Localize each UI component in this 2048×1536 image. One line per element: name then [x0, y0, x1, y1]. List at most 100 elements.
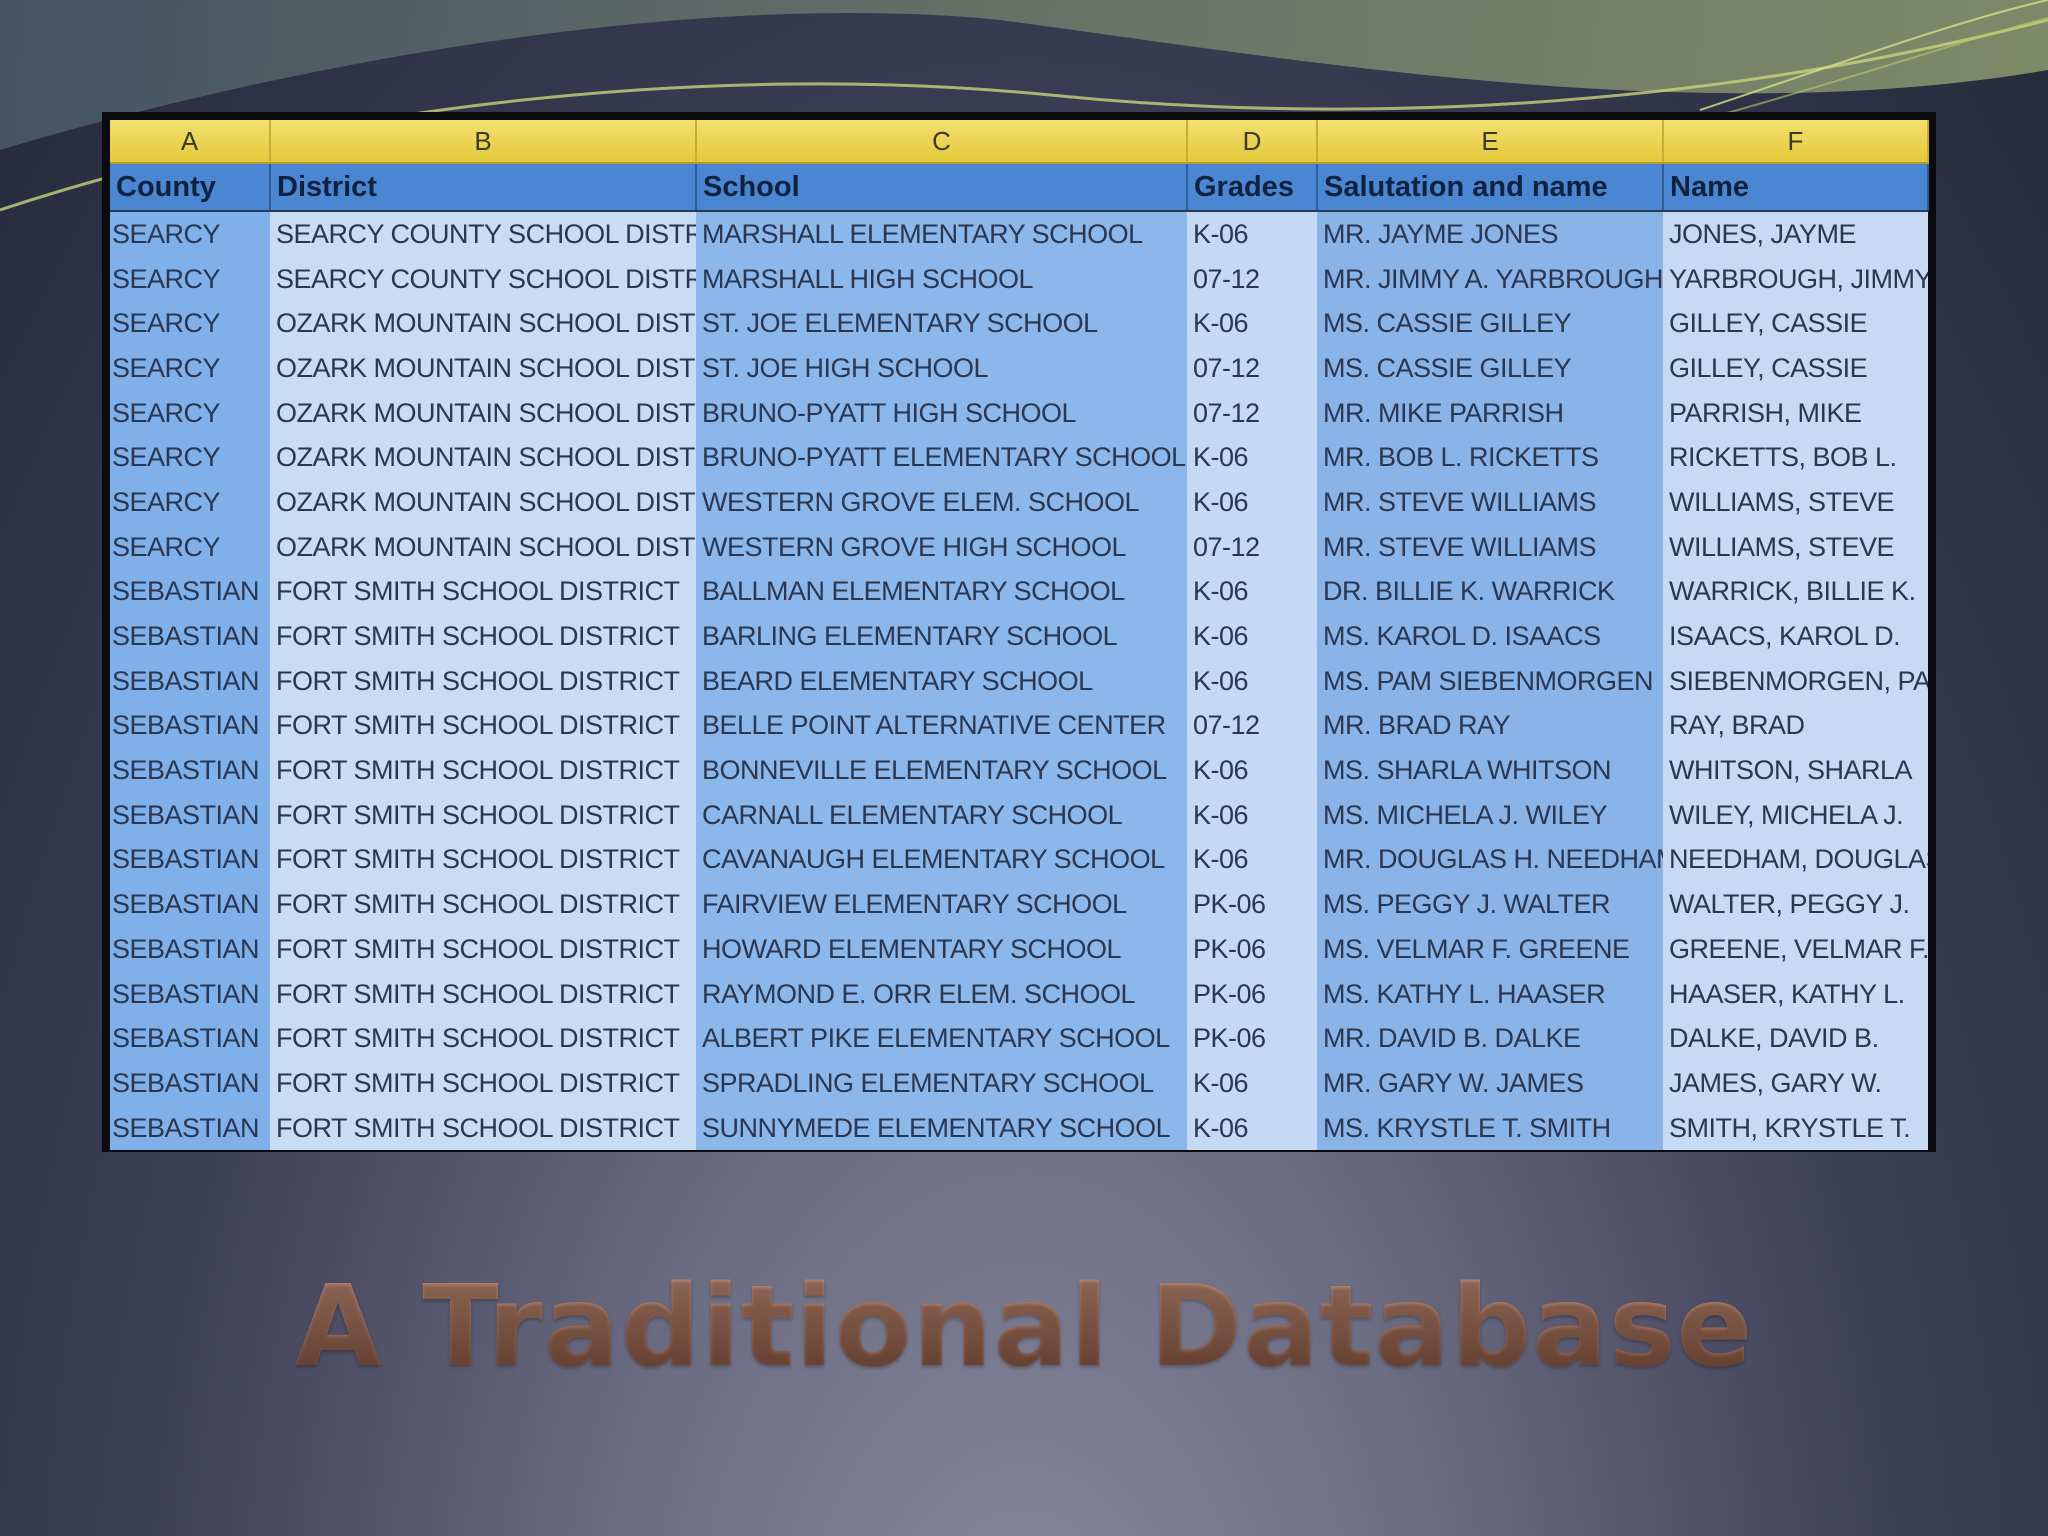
table-cell[interactable]: OZARK MOUNTAIN SCHOOL DISTRI: [270, 435, 696, 481]
table-cell[interactable]: BELLE POINT ALTERNATIVE CENTER: [696, 703, 1187, 749]
table-cell[interactable]: DR. BILLIE K. WARRICK: [1317, 569, 1663, 615]
table-cell[interactable]: WARRICK, BILLIE K.: [1663, 569, 1928, 615]
column-letter-a[interactable]: A: [110, 120, 271, 164]
table-cell[interactable]: MR. DAVID B. DALKE: [1317, 1016, 1663, 1062]
table-cell[interactable]: BONNEVILLE ELEMENTARY SCHOOL: [696, 748, 1187, 793]
table-cell[interactable]: OZARK MOUNTAIN SCHOOL DISTRI: [270, 390, 696, 436]
table-cell[interactable]: SEBASTIAN: [110, 927, 270, 972]
table-cell[interactable]: BEARD ELEMENTARY SCHOOL: [696, 658, 1187, 704]
column-letter-b[interactable]: B: [270, 120, 697, 164]
table-cell[interactable]: K-06: [1187, 614, 1317, 659]
table-cell[interactable]: 07-12: [1187, 256, 1317, 302]
table-cell[interactable]: FORT SMITH SCHOOL DISTRICT: [270, 1105, 696, 1151]
table-cell[interactable]: 07-12: [1187, 703, 1317, 749]
table-cell[interactable]: MR. JIMMY A. YARBROUGH: [1317, 256, 1663, 302]
table-cell[interactable]: MR. STEVE WILLIAMS: [1317, 524, 1663, 570]
table-cell[interactable]: WESTERN GROVE ELEM. SCHOOL: [696, 480, 1187, 525]
table-cell[interactable]: K-06: [1187, 569, 1317, 615]
table-cell[interactable]: PARRISH, MIKE: [1663, 390, 1928, 436]
table-cell[interactable]: FORT SMITH SCHOOL DISTRICT: [270, 971, 696, 1017]
table-cell[interactable]: ALBERT PIKE ELEMENTARY SCHOOL: [696, 1016, 1187, 1062]
table-cell[interactable]: OZARK MOUNTAIN SCHOOL DISTRI: [270, 524, 696, 570]
table-cell[interactable]: BRUNO-PYATT HIGH SCHOOL: [696, 390, 1187, 436]
table-cell[interactable]: MR. GARY W. JAMES: [1317, 1061, 1663, 1106]
table-cell[interactable]: BRUNO-PYATT ELEMENTARY SCHOOL: [696, 435, 1187, 481]
table-cell[interactable]: BARLING ELEMENTARY SCHOOL: [696, 614, 1187, 659]
table-cell[interactable]: MS. CASSIE GILLEY: [1317, 346, 1663, 391]
table-cell[interactable]: K-06: [1187, 480, 1317, 525]
column-header[interactable]: District: [270, 163, 697, 212]
table-cell[interactable]: RAY, BRAD: [1663, 703, 1928, 749]
table-cell[interactable]: MS. KATHY L. HAASER: [1317, 971, 1663, 1017]
table-cell[interactable]: SEBASTIAN: [110, 703, 270, 749]
table-cell[interactable]: SEARCY: [110, 390, 270, 436]
table-cell[interactable]: MR. BRAD RAY: [1317, 703, 1663, 749]
table-cell[interactable]: MS. KRYSTLE T. SMITH: [1317, 1105, 1663, 1151]
table-cell[interactable]: OZARK MOUNTAIN SCHOOL DISTRI: [270, 346, 696, 391]
table-cell[interactable]: MR. DOUGLAS H. NEEDHAM: [1317, 837, 1663, 883]
table-cell[interactable]: FORT SMITH SCHOOL DISTRICT: [270, 1061, 696, 1106]
column-header[interactable]: School: [696, 163, 1188, 212]
table-cell[interactable]: ST. JOE ELEMENTARY SCHOOL: [696, 301, 1187, 347]
table-cell[interactable]: MS. KAROL D. ISAACS: [1317, 614, 1663, 659]
table-cell[interactable]: HOWARD ELEMENTARY SCHOOL: [696, 927, 1187, 972]
table-cell[interactable]: FORT SMITH SCHOOL DISTRICT: [270, 748, 696, 793]
table-cell[interactable]: FORT SMITH SCHOOL DISTRICT: [270, 569, 696, 615]
table-cell[interactable]: FORT SMITH SCHOOL DISTRICT: [270, 658, 696, 704]
table-cell[interactable]: K-06: [1187, 1061, 1317, 1106]
table-cell[interactable]: FORT SMITH SCHOOL DISTRICT: [270, 1016, 696, 1062]
table-cell[interactable]: PK-06: [1187, 971, 1317, 1017]
table-cell[interactable]: ISAACS, KAROL D.: [1663, 614, 1928, 659]
table-cell[interactable]: WILLIAMS, STEVE: [1663, 524, 1928, 570]
table-cell[interactable]: MS. SHARLA WHITSON: [1317, 748, 1663, 793]
table-cell[interactable]: FORT SMITH SCHOOL DISTRICT: [270, 882, 696, 927]
table-cell[interactable]: FORT SMITH SCHOOL DISTRICT: [270, 614, 696, 659]
table-cell[interactable]: BALLMAN ELEMENTARY SCHOOL: [696, 569, 1187, 615]
table-cell[interactable]: FORT SMITH SCHOOL DISTRICT: [270, 927, 696, 972]
table-cell[interactable]: HAASER, KATHY L.: [1663, 971, 1928, 1017]
table-cell[interactable]: K-06: [1187, 301, 1317, 347]
table-cell[interactable]: FAIRVIEW ELEMENTARY SCHOOL: [696, 882, 1187, 927]
table-cell[interactable]: K-06: [1187, 211, 1317, 257]
table-cell[interactable]: MR. JAYME JONES: [1317, 211, 1663, 257]
table-cell[interactable]: YARBROUGH, JIMMY A: [1663, 256, 1928, 302]
table-cell[interactable]: SEARCY: [110, 524, 270, 570]
table-cell[interactable]: CAVANAUGH ELEMENTARY SCHOOL: [696, 837, 1187, 883]
table-cell[interactable]: SEARCY: [110, 346, 270, 391]
table-cell[interactable]: WILEY, MICHELA J.: [1663, 792, 1928, 838]
table-cell[interactable]: 07-12: [1187, 346, 1317, 391]
table-cell[interactable]: K-06: [1187, 748, 1317, 793]
table-cell[interactable]: WESTERN GROVE HIGH SCHOOL: [696, 524, 1187, 570]
table-cell[interactable]: SEBASTIAN: [110, 971, 270, 1017]
table-cell[interactable]: OZARK MOUNTAIN SCHOOL DISTRI: [270, 301, 696, 347]
table-cell[interactable]: PK-06: [1187, 882, 1317, 927]
table-cell[interactable]: SEARCY COUNTY SCHOOL DISTRIC: [270, 211, 696, 257]
table-cell[interactable]: MR. STEVE WILLIAMS: [1317, 480, 1663, 525]
table-cell[interactable]: SEBASTIAN: [110, 658, 270, 704]
table-cell[interactable]: MR. BOB L. RICKETTS: [1317, 435, 1663, 481]
table-cell[interactable]: MS. CASSIE GILLEY: [1317, 301, 1663, 347]
table-cell[interactable]: FORT SMITH SCHOOL DISTRICT: [270, 703, 696, 749]
table-cell[interactable]: SEBASTIAN: [110, 792, 270, 838]
table-cell[interactable]: K-06: [1187, 435, 1317, 481]
table-cell[interactable]: JAMES, GARY W.: [1663, 1061, 1928, 1106]
table-cell[interactable]: SEBASTIAN: [110, 1016, 270, 1062]
table-cell[interactable]: SEBASTIAN: [110, 614, 270, 659]
table-cell[interactable]: SEBASTIAN: [110, 837, 270, 883]
table-cell[interactable]: MS. PAM SIEBENMORGEN: [1317, 658, 1663, 704]
table-cell[interactable]: MS. PEGGY J. WALTER: [1317, 882, 1663, 927]
table-cell[interactable]: SEARCY: [110, 435, 270, 481]
table-cell[interactable]: MR. MIKE PARRISH: [1317, 390, 1663, 436]
table-cell[interactable]: FORT SMITH SCHOOL DISTRICT: [270, 792, 696, 838]
table-cell[interactable]: SEARCY COUNTY SCHOOL DISTRIC: [270, 256, 696, 302]
column-header[interactable]: County: [110, 163, 271, 212]
table-cell[interactable]: WHITSON, SHARLA: [1663, 748, 1928, 793]
column-header[interactable]: Name: [1663, 163, 1929, 212]
column-letter-d[interactable]: D: [1187, 120, 1318, 164]
table-cell[interactable]: SEBASTIAN: [110, 1061, 270, 1106]
table-cell[interactable]: MS. MICHELA J. WILEY: [1317, 792, 1663, 838]
table-cell[interactable]: JONES, JAYME: [1663, 211, 1928, 257]
table-cell[interactable]: K-06: [1187, 1105, 1317, 1151]
table-cell[interactable]: SEARCY: [110, 211, 270, 257]
table-cell[interactable]: SEBASTIAN: [110, 748, 270, 793]
